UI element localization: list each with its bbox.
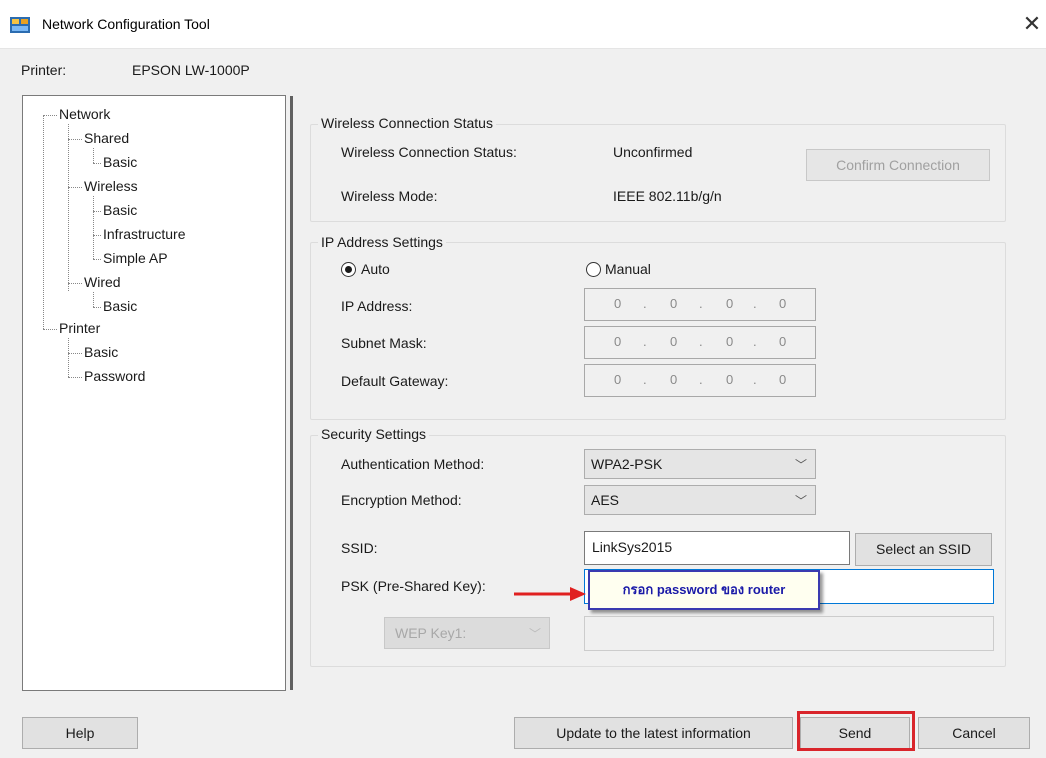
tree-item-shared-basic[interactable]: Basic bbox=[103, 154, 137, 170]
ip-address-field[interactable]: 0. 0. 0. 0 bbox=[584, 288, 816, 321]
app-icon bbox=[10, 17, 30, 33]
chevron-down-icon: ﹀ bbox=[794, 494, 807, 508]
auth-method-value: WPA2-PSK bbox=[591, 456, 663, 472]
tree-item-wireless-basic[interactable]: Basic bbox=[103, 202, 137, 218]
subnet-mask-label: Subnet Mask: bbox=[341, 335, 427, 351]
encryption-method-select[interactable]: AES ﹀ bbox=[584, 485, 816, 515]
ssid-value: LinkSys2015 bbox=[592, 539, 673, 555]
subnet-mask-field[interactable]: 0. 0. 0. 0 bbox=[584, 326, 816, 359]
title-bar: Network Configuration Tool ✕ bbox=[0, 0, 1046, 49]
wep-key-label: WEP Key1: bbox=[395, 625, 467, 641]
psk-label: PSK (Pre-Shared Key): bbox=[341, 578, 486, 594]
wireless-status-title: Wireless Connection Status bbox=[318, 115, 496, 131]
tree-item-wireless[interactable]: Wireless bbox=[84, 178, 138, 194]
wireless-mode-label: Wireless Mode: bbox=[341, 188, 438, 204]
printer-name: EPSON LW-1000P bbox=[132, 62, 250, 78]
tree-item-wired-basic[interactable]: Basic bbox=[103, 298, 137, 314]
security-settings-title: Security Settings bbox=[318, 426, 430, 442]
select-ssid-button[interactable]: Select an SSID bbox=[855, 533, 992, 566]
confirm-connection-button[interactable]: Confirm Connection bbox=[806, 149, 990, 181]
ssid-label: SSID: bbox=[341, 540, 378, 556]
window-title: Network Configuration Tool bbox=[42, 16, 210, 32]
update-info-button[interactable]: Update to the latest information bbox=[514, 717, 793, 749]
tree-item-shared[interactable]: Shared bbox=[84, 130, 129, 146]
manual-radio[interactable] bbox=[586, 262, 601, 277]
wireless-mode-value: IEEE 802.11b/g/n bbox=[613, 188, 722, 204]
tree-item-infrastructure[interactable]: Infrastructure bbox=[103, 226, 185, 242]
annotation-callout: กรอก password ของ router bbox=[588, 570, 820, 610]
chevron-down-icon: ﹀ bbox=[528, 627, 541, 641]
ssid-input[interactable]: LinkSys2015 bbox=[584, 531, 850, 565]
ip-address-label: IP Address: bbox=[341, 298, 413, 314]
encryption-method-label: Encryption Method: bbox=[341, 492, 462, 508]
wep-key-input[interactable] bbox=[584, 616, 994, 651]
tree-item-simple-ap[interactable]: Simple AP bbox=[103, 250, 168, 266]
auth-method-select[interactable]: WPA2-PSK ﹀ bbox=[584, 449, 816, 479]
cancel-button[interactable]: Cancel bbox=[918, 717, 1030, 749]
printer-label: Printer: bbox=[21, 62, 67, 78]
auto-radio-label[interactable]: Auto bbox=[361, 261, 390, 277]
annotation-arrow-icon bbox=[514, 587, 586, 601]
send-highlight-box bbox=[797, 711, 915, 751]
tree-item-wired[interactable]: Wired bbox=[84, 274, 121, 290]
tree-item-printer-basic[interactable]: Basic bbox=[84, 344, 118, 360]
help-button[interactable]: Help bbox=[22, 717, 138, 749]
tree-item-printer[interactable]: Printer bbox=[59, 320, 100, 336]
tree-item-password[interactable]: Password bbox=[84, 368, 145, 384]
encryption-method-value: AES bbox=[591, 492, 620, 508]
tree-item-network[interactable]: Network bbox=[59, 106, 110, 122]
wireless-status-label: Wireless Connection Status: bbox=[341, 144, 517, 160]
wep-key-select[interactable]: WEP Key1: ﹀ bbox=[384, 617, 550, 649]
auto-radio[interactable] bbox=[341, 262, 356, 277]
default-gateway-field[interactable]: 0. 0. 0. 0 bbox=[584, 364, 816, 397]
auth-method-label: Authentication Method: bbox=[341, 456, 485, 472]
ip-settings-title: IP Address Settings bbox=[318, 234, 446, 250]
settings-tree[interactable]: Network Shared Basic Wireless Basic Infr… bbox=[22, 95, 286, 691]
default-gateway-label: Default Gateway: bbox=[341, 373, 449, 389]
close-icon[interactable]: ✕ bbox=[1018, 10, 1046, 38]
manual-radio-label[interactable]: Manual bbox=[605, 261, 651, 277]
chevron-down-icon: ﹀ bbox=[794, 458, 807, 472]
wireless-status-value: Unconfirmed bbox=[613, 144, 693, 160]
